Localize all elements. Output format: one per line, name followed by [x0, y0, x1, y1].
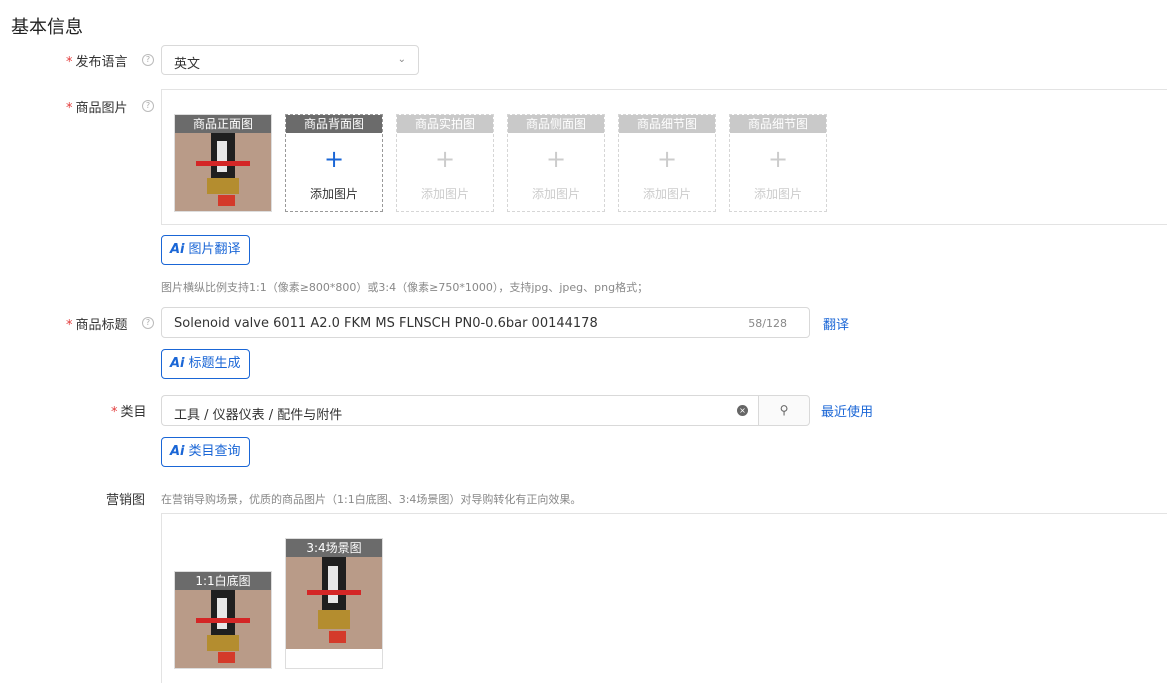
- add-image-text: 添加图片: [309, 187, 358, 201]
- product-photo: [175, 590, 271, 668]
- image-slot-caption: 商品背面图: [286, 115, 382, 133]
- question-circle-icon[interactable]: ?: [142, 317, 154, 329]
- search-icon[interactable]: ⚲: [758, 395, 810, 426]
- plus-icon: +: [545, 145, 567, 173]
- plus-icon: +: [656, 145, 678, 173]
- required-mark: *: [66, 318, 73, 333]
- image-slot-detail-1[interactable]: 商品细节图 + 添加图片: [618, 114, 716, 212]
- category-query-button[interactable]: Ai 类目查询: [161, 437, 250, 467]
- image-slot-detail-2[interactable]: 商品细节图 + 添加图片: [729, 114, 827, 212]
- language-label: * 发布语言: [66, 55, 128, 70]
- clear-icon[interactable]: ×: [737, 405, 748, 416]
- question-circle-icon[interactable]: ?: [142, 54, 154, 66]
- required-mark: *: [66, 101, 73, 116]
- product-photo: [286, 557, 382, 649]
- image-slot-caption: 商品侧面图: [508, 115, 604, 133]
- required-mark: *: [111, 405, 118, 420]
- title-label: * 商品标题: [66, 318, 128, 333]
- language-value: 英文: [174, 57, 201, 72]
- recent-category-link[interactable]: 最近使用: [821, 401, 873, 420]
- image-slot-real[interactable]: 商品实拍图 + 添加图片: [396, 114, 494, 212]
- category-value: 工具 / 仪器仪表 / 配件与附件: [174, 408, 343, 423]
- image-translate-button[interactable]: Ai 图片翻译: [161, 235, 250, 265]
- category-label: * 类目: [111, 405, 147, 420]
- language-select[interactable]: 英文 ⌄: [161, 45, 419, 75]
- translate-link[interactable]: 翻译: [823, 314, 849, 333]
- plus-icon: +: [434, 145, 456, 173]
- marketing-label: 营销图: [106, 493, 146, 508]
- add-image-text: 添加图片: [642, 187, 691, 201]
- plus-icon: +: [767, 145, 789, 173]
- image-slot-caption: 商品细节图: [730, 115, 826, 133]
- add-image-text: 添加图片: [753, 187, 802, 201]
- chevron-down-icon: ⌄: [397, 54, 406, 65]
- title-value: Solenoid valve 6011 A2.0 FKM MS FLNSCH P…: [174, 316, 598, 331]
- title-generate-button[interactable]: Ai 标题生成: [161, 349, 250, 379]
- marketing-slot-caption: 3:4场景图: [286, 539, 382, 557]
- ai-icon: Ai: [170, 444, 185, 459]
- required-mark: *: [66, 55, 73, 70]
- marketing-slot-square[interactable]: 1:1白底图: [174, 571, 272, 669]
- ai-icon: Ai: [170, 356, 185, 371]
- plus-icon: +: [323, 145, 345, 173]
- product-photo: [175, 133, 271, 211]
- marketing-hint: 在营销导购场景，优质的商品图片（1:1白底图、3:4场景图）对导购转化有正向效果…: [161, 493, 582, 506]
- image-slot-caption: 商品正面图: [175, 115, 271, 133]
- title-input[interactable]: Solenoid valve 6011 A2.0 FKM MS FLNSCH P…: [161, 307, 810, 338]
- image-slot-caption: 商品实拍图: [397, 115, 493, 133]
- image-slot-caption: 商品细节图: [619, 115, 715, 133]
- marketing-slot-scene[interactable]: 3:4场景图: [285, 538, 383, 669]
- ai-icon: Ai: [170, 242, 185, 257]
- add-image-text: 添加图片: [420, 187, 469, 201]
- images-label: * 商品图片: [66, 101, 128, 116]
- add-image-text: 添加图片: [531, 187, 580, 201]
- image-slot-back[interactable]: 商品背面图 + 添加图片: [285, 114, 383, 212]
- image-slot-side[interactable]: 商品侧面图 + 添加图片: [507, 114, 605, 212]
- image-slot-front[interactable]: 商品正面图: [174, 114, 272, 212]
- question-circle-icon[interactable]: ?: [142, 100, 154, 112]
- image-hint: 图片横纵比例支持1:1（像素≥800*800）或3:4（像素≥750*1000）…: [161, 281, 649, 294]
- section-title: 基本信息: [11, 17, 83, 38]
- char-count: 58/128: [748, 317, 787, 330]
- marketing-slot-caption: 1:1白底图: [175, 572, 271, 590]
- category-input[interactable]: 工具 / 仪器仪表 / 配件与附件 ×: [161, 395, 758, 426]
